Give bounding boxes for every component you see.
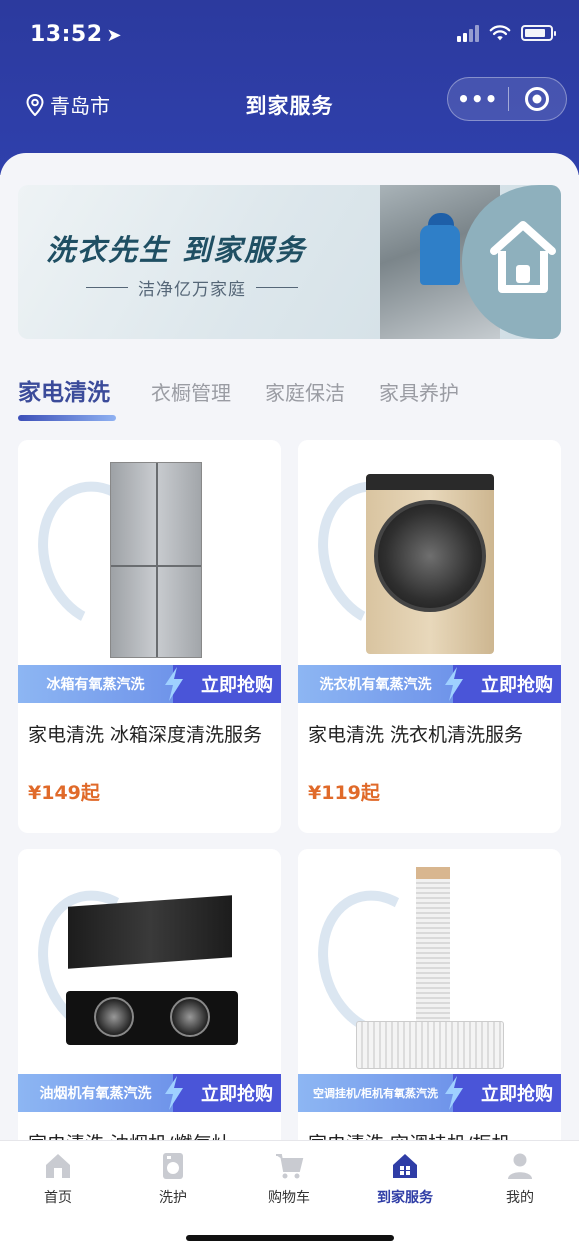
bolt-icon: [445, 667, 463, 701]
status-time: 13:52 ➤: [30, 22, 122, 47]
status-icons: [457, 24, 556, 42]
buy-now-button[interactable]: 立即抢购: [165, 665, 281, 703]
tabbar-item-home-service[interactable]: 到家服务: [355, 1151, 455, 1207]
time-text: 13:52: [30, 22, 103, 47]
tabbar-item-laundry[interactable]: 洗护: [123, 1151, 223, 1207]
nav-bar: 青岛市 到家服务 •••: [0, 74, 579, 134]
main-content: 洗衣先生 到家服务 洁净亿万家庭 家电清洗 衣橱管理 家庭保洁 家具养护 冰箱有…: [0, 153, 579, 1153]
bolt-icon: [445, 1076, 463, 1110]
banner-title: 洗衣先生 到家服务: [46, 233, 307, 267]
target-icon[interactable]: [508, 86, 566, 112]
product-price: ¥119起: [308, 782, 380, 804]
product-card[interactable]: 冰箱有氧蒸汽洗 立即抢购 家电清洗 冰箱深度清洗服务 ¥149起: [18, 440, 281, 833]
product-image: [18, 440, 281, 665]
product-promo-strip: 油烟机有氧蒸汽洗 立即抢购: [18, 1074, 281, 1112]
product-image: [298, 440, 561, 665]
buy-now-button[interactable]: 立即抢购: [445, 665, 561, 703]
product-tag: 洗衣机有氧蒸汽洗: [298, 665, 453, 703]
product-price: ¥149起: [28, 782, 100, 804]
more-dots-icon[interactable]: •••: [448, 87, 508, 111]
house-service-icon: [393, 1154, 417, 1178]
product-promo-strip: 洗衣机有氧蒸汽洗 立即抢购: [298, 665, 561, 703]
miniprogram-capsule: •••: [447, 77, 567, 121]
tab-appliance-cleaning[interactable]: 家电清洗: [18, 373, 110, 407]
home-indicator: [186, 1235, 394, 1241]
tab-wardrobe[interactable]: 衣橱管理: [151, 377, 231, 406]
tab-house-cleaning[interactable]: 家庭保洁: [265, 377, 345, 406]
signal-icon: [457, 24, 479, 42]
product-tag: 冰箱有氧蒸汽洗: [18, 665, 173, 703]
user-icon: [508, 1153, 532, 1179]
buy-now-button[interactable]: 立即抢购: [165, 1074, 281, 1112]
product-title: 家电清洗 冰箱深度清洗服务: [28, 724, 263, 746]
buy-now-button[interactable]: 立即抢购: [445, 1074, 561, 1112]
banner-subtitle: 洁净亿万家庭: [86, 275, 298, 300]
category-tabs: 家电清洗 衣橱管理 家庭保洁 家具养护: [18, 373, 561, 423]
tab-furniture-care[interactable]: 家具养护: [379, 377, 459, 406]
tab-underline: [18, 415, 116, 421]
product-image: [18, 849, 281, 1074]
product-title: 家电清洗 洗衣机清洗服务: [308, 724, 524, 746]
product-tag: 油烟机有氧蒸汽洗: [18, 1074, 173, 1112]
product-card[interactable]: 洗衣机有氧蒸汽洗 立即抢购 家电清洗 洗衣机清洗服务 ¥119起: [298, 440, 561, 833]
promo-banner[interactable]: 洗衣先生 到家服务 洁净亿万家庭: [18, 185, 561, 339]
product-promo-strip: 冰箱有氧蒸汽洗 立即抢购: [18, 665, 281, 703]
product-promo-strip: 空调挂机/柜机有氧蒸汽洗 立即抢购: [298, 1074, 561, 1112]
home-icon: [46, 1154, 70, 1178]
status-bar: 13:52 ➤: [0, 0, 579, 70]
laundry-icon: [163, 1153, 183, 1179]
tabbar-item-cart[interactable]: 购物车: [239, 1151, 339, 1207]
product-card[interactable]: 油烟机有氧蒸汽洗 立即抢购 家电清洗 油烟机/燃气灶: [18, 849, 281, 1153]
product-card[interactable]: 空调挂机/柜机有氧蒸汽洗 立即抢购 家电清洗 空调挂机/柜机: [298, 849, 561, 1153]
bolt-icon: [165, 667, 183, 701]
header: 13:52 ➤ 青岛市 到家服务 •••: [0, 0, 579, 175]
product-tag: 空调挂机/柜机有氧蒸汽洗: [298, 1074, 453, 1112]
wifi-icon: [489, 25, 511, 41]
tabbar-item-home[interactable]: 首页: [8, 1151, 108, 1207]
tabbar-item-profile[interactable]: 我的: [470, 1151, 570, 1207]
location-arrow-icon: ➤: [106, 25, 123, 46]
house-icon: [490, 221, 556, 293]
cart-icon: [276, 1154, 304, 1179]
bolt-icon: [165, 1076, 183, 1110]
product-image: [298, 849, 561, 1074]
battery-icon: [521, 25, 556, 41]
